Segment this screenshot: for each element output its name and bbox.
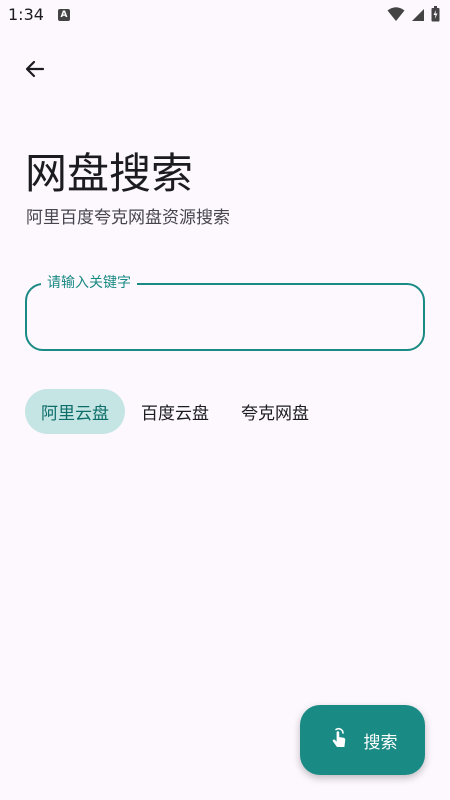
status-bar: 1:34 A — [0, 0, 450, 32]
chip-quark[interactable]: 夸克网盘 — [225, 389, 325, 434]
chip-aliyun[interactable]: 阿里云盘 — [25, 389, 125, 434]
chip-baidu[interactable]: 百度云盘 — [125, 389, 225, 434]
notification-icon: A — [58, 9, 70, 21]
page-title: 网盘搜索 — [25, 149, 194, 198]
search-button-label: 搜索 — [363, 732, 398, 753]
arrow-left-icon — [23, 57, 47, 85]
battery-icon — [431, 6, 440, 26]
disk-chip-group: 阿里云盘 百度云盘 夸克网盘 — [25, 389, 325, 434]
status-icons — [387, 6, 440, 26]
search-input[interactable] — [43, 299, 407, 337]
touch-icon — [328, 726, 350, 754]
wifi-icon — [387, 6, 405, 26]
search-field-label: 请输入关键字 — [41, 273, 137, 293]
search-button[interactable]: 搜索 — [300, 705, 425, 775]
signal-icon — [411, 7, 425, 26]
status-time: 1:34 — [8, 5, 44, 24]
page-subtitle: 阿里百度夸克网盘资源搜索 — [26, 208, 230, 228]
back-button[interactable] — [18, 54, 52, 88]
search-field[interactable]: 请输入关键字 — [25, 273, 425, 351]
